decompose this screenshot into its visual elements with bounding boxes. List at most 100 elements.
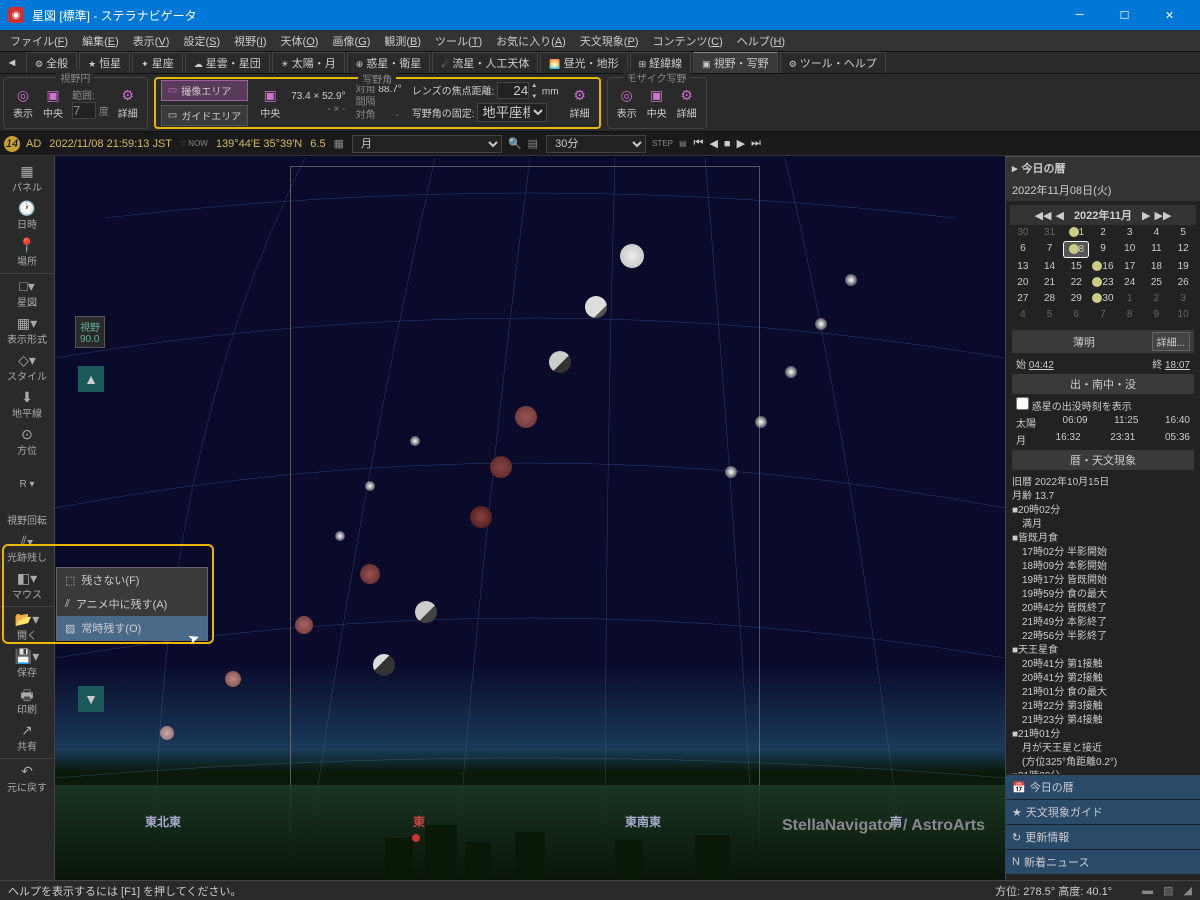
cal-day[interactable]: 7 <box>1037 241 1063 258</box>
cal-day[interactable]: 24 <box>1117 275 1143 290</box>
step-fwd-button[interactable]: ▶ <box>737 137 745 150</box>
menu-i[interactable]: 視野(I) <box>228 31 272 51</box>
cal-day[interactable]: 1 <box>1117 291 1143 306</box>
cal-day[interactable]: 22 <box>1063 275 1089 290</box>
tab-2[interactable]: ✦星座 <box>132 52 183 73</box>
mosaic-center-button[interactable]: ▣中央 <box>642 83 672 122</box>
tab-10[interactable]: ⚙ツール・ヘルプ <box>780 52 886 73</box>
cal-day[interactable]: 6 <box>1010 241 1036 258</box>
grid-icon[interactable]: ▦ <box>334 137 344 150</box>
sidebar-15[interactable]: ↗共有 <box>0 719 54 756</box>
twilight-details-button[interactable]: 詳細... <box>1152 332 1190 351</box>
photo-center-button[interactable]: ▣中央 <box>255 83 285 122</box>
cal-day[interactable]: 30 <box>1010 225 1036 240</box>
cal-day[interactable]: 16 <box>1090 259 1116 274</box>
cal-day[interactable]: 19 <box>1170 259 1196 274</box>
nav-back-icon[interactable]: ◄ <box>3 54 21 72</box>
tab-4[interactable]: ☀太陽・月 <box>272 52 345 73</box>
cal-day[interactable]: 8 <box>1063 241 1089 258</box>
nav-down-button[interactable]: ▼ <box>78 686 104 712</box>
cal-day[interactable]: 3 <box>1170 291 1196 306</box>
sb-icon2[interactable]: ▨ <box>1163 884 1173 897</box>
fov-fix-select[interactable]: 地平座標 <box>477 103 547 122</box>
cal-day[interactable]: 15 <box>1063 259 1089 274</box>
cal-prev-month[interactable]: ◀ <box>1055 209 1063 222</box>
show-fov-button[interactable]: ◎表示 <box>8 83 38 122</box>
now-label[interactable]: NOW <box>188 139 208 148</box>
sidebar-2[interactable]: 📍場所 <box>0 234 54 271</box>
cal-day[interactable]: 12 <box>1170 241 1196 258</box>
close-button[interactable]: ✕ <box>1147 0 1192 30</box>
cal-day[interactable]: 2 <box>1090 225 1116 240</box>
range-input[interactable] <box>72 102 96 119</box>
nav-up-button[interactable]: ▲ <box>78 366 104 392</box>
cal-day[interactable]: 27 <box>1010 291 1036 306</box>
rp-link-3[interactable]: N新着ニュース <box>1006 850 1200 874</box>
cal-day[interactable]: 10 <box>1117 241 1143 258</box>
step-select[interactable]: 30分 <box>546 135 646 153</box>
cal-day[interactable]: 23 <box>1090 275 1116 290</box>
cal-day[interactable]: 21 <box>1037 275 1063 290</box>
cal-day[interactable]: 17 <box>1117 259 1143 274</box>
sidebar-10[interactable]: ⫽▾光跡残し <box>0 530 54 567</box>
cal-day[interactable]: 13 <box>1010 259 1036 274</box>
menu-v[interactable]: 表示(V) <box>127 31 176 51</box>
datetime-display[interactable]: 2022/11/08 21:59:13 JST <box>49 138 172 150</box>
location-display[interactable]: 139°44'E 35°39'N <box>216 138 302 150</box>
sidebar-0[interactable]: ▦パネル <box>0 160 54 197</box>
rp-link-1[interactable]: ★天文現象ガイド <box>1006 800 1200 824</box>
focal-down[interactable]: ▼ <box>531 92 537 103</box>
cal-day[interactable]: 7 <box>1090 307 1116 322</box>
cal-day[interactable]: 10 <box>1170 307 1196 322</box>
sidebar-16[interactable]: ↶元に戻す <box>0 758 54 797</box>
stop-button[interactable]: ■ <box>724 138 731 150</box>
menu-b[interactable]: 観測(B) <box>378 31 427 51</box>
cal-day[interactable]: 6 <box>1063 307 1089 322</box>
cal-next-month[interactable]: ▶ <box>1142 209 1150 222</box>
cal-day[interactable]: 3 <box>1117 225 1143 240</box>
resize-grip-icon[interactable]: ◢ <box>1184 884 1192 897</box>
sky-canvas[interactable]: 東北東 東 東南東 南 StellaNavigator / AstroArts … <box>55 156 1005 880</box>
cal-next-year[interactable]: ▶▶ <box>1155 209 1172 222</box>
step-config-icon[interactable]: ▤ <box>679 139 687 148</box>
tab-9[interactable]: ▣視野・写野 <box>693 52 778 73</box>
sidebar-6[interactable]: ⬇地平線 <box>0 386 54 423</box>
cal-day[interactable]: 29 <box>1063 291 1089 306</box>
list-icon[interactable]: ▤ <box>528 137 538 150</box>
cal-day[interactable]: 1 <box>1063 225 1089 240</box>
cal-day[interactable]: 5 <box>1037 307 1063 322</box>
menu-h[interactable]: ヘルプ(H) <box>731 31 791 51</box>
cal-day[interactable]: 2 <box>1144 291 1170 306</box>
trail-option-2[interactable]: ▨常時残す(O) <box>57 616 207 640</box>
planet-times-checkbox[interactable] <box>1016 397 1029 410</box>
cal-day[interactable]: 4 <box>1010 307 1036 322</box>
menu-o[interactable]: 天体(O) <box>275 31 325 51</box>
menu-c[interactable]: コンテンツ(C) <box>647 31 729 51</box>
sidebar-13[interactable]: 💾▾保存 <box>0 645 54 682</box>
menu-f[interactable]: ファイル(F) <box>4 31 74 51</box>
cal-day[interactable]: 20 <box>1010 275 1036 290</box>
rewind-button[interactable]: ⏮ <box>694 137 704 150</box>
sidebar-11[interactable]: ◧▾マウス <box>0 567 54 604</box>
sidebar-4[interactable]: ▦▾表示形式 <box>0 312 54 349</box>
cal-day[interactable]: 18 <box>1144 259 1170 274</box>
sidebar-9[interactable]: 視野回転 <box>0 493 54 530</box>
search-icon[interactable]: 🔍 <box>508 137 522 150</box>
cal-day[interactable]: 25 <box>1144 275 1170 290</box>
menu-p[interactable]: 天文現象(P) <box>574 31 645 51</box>
cal-day[interactable]: 9 <box>1090 241 1116 258</box>
guide-area-button[interactable]: ▭ガイドエリア <box>161 105 248 126</box>
sidebar-5[interactable]: ◇▾スタイル <box>0 349 54 386</box>
cal-day[interactable]: 4 <box>1144 225 1170 240</box>
cal-day[interactable]: 9 <box>1144 307 1170 322</box>
tab-7[interactable]: 🌅昼光・地形 <box>540 52 627 73</box>
cal-day[interactable]: 30 <box>1090 291 1116 306</box>
menu-a[interactable]: お気に入り(A) <box>490 31 572 51</box>
now-icon[interactable]: ♡ <box>180 140 186 148</box>
sidebar-12[interactable]: 📂▾開く <box>0 606 54 645</box>
cal-day[interactable]: 8 <box>1117 307 1143 322</box>
maximize-button[interactable]: ☐ <box>1102 0 1147 30</box>
menu-s[interactable]: 設定(S) <box>177 31 226 51</box>
cal-day[interactable]: 28 <box>1037 291 1063 306</box>
fov-details-button[interactable]: ⚙詳細 <box>113 83 143 122</box>
